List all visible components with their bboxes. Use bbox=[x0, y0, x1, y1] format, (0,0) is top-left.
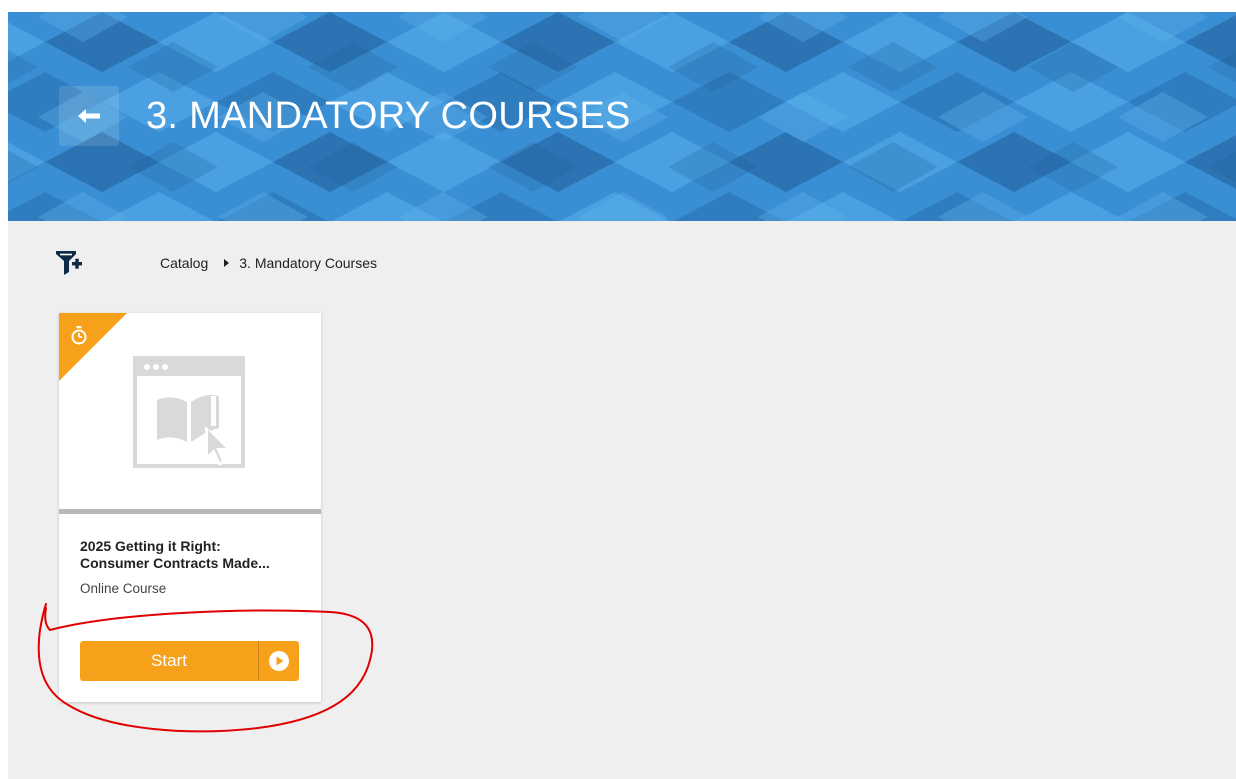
card-divider bbox=[59, 509, 321, 514]
course-title-line-1: 2025 Getting it Right: bbox=[80, 538, 221, 554]
filter-button[interactable] bbox=[54, 248, 84, 278]
online-course-placeholder-icon bbox=[133, 356, 245, 468]
course-card: 2025 Getting it Right: Consumer Contract… bbox=[59, 313, 321, 702]
page-title: 3. MANDATORY COURSES bbox=[146, 95, 631, 137]
breadcrumb: Catalog 3. Mandatory Courses bbox=[160, 255, 377, 271]
content-area: 3. MANDATORY COURSES Catalog 3. Mandator… bbox=[8, 12, 1236, 779]
breadcrumb-catalog-link[interactable]: Catalog bbox=[160, 255, 208, 271]
course-type: Online Course bbox=[80, 581, 167, 596]
course-title-line-2: Consumer Contracts Made... bbox=[80, 555, 270, 571]
page: 3. MANDATORY COURSES Catalog 3. Mandator… bbox=[0, 0, 1236, 779]
back-arrow-icon bbox=[78, 109, 100, 123]
course-title[interactable]: 2025 Getting it Right: Consumer Contract… bbox=[80, 538, 305, 572]
timer-badge bbox=[59, 313, 127, 381]
page-header-banner: 3. MANDATORY COURSES bbox=[8, 12, 1236, 221]
start-button-label: Start bbox=[151, 651, 187, 670]
breadcrumb-current: 3. Mandatory Courses bbox=[239, 255, 377, 271]
filter-add-icon bbox=[56, 251, 82, 275]
start-play-button[interactable] bbox=[259, 641, 299, 681]
caret-right-icon bbox=[224, 259, 230, 267]
play-circle-icon bbox=[269, 651, 289, 671]
start-button[interactable]: Start bbox=[80, 641, 299, 681]
course-thumbnail[interactable] bbox=[59, 313, 321, 509]
back-button[interactable] bbox=[59, 86, 119, 146]
